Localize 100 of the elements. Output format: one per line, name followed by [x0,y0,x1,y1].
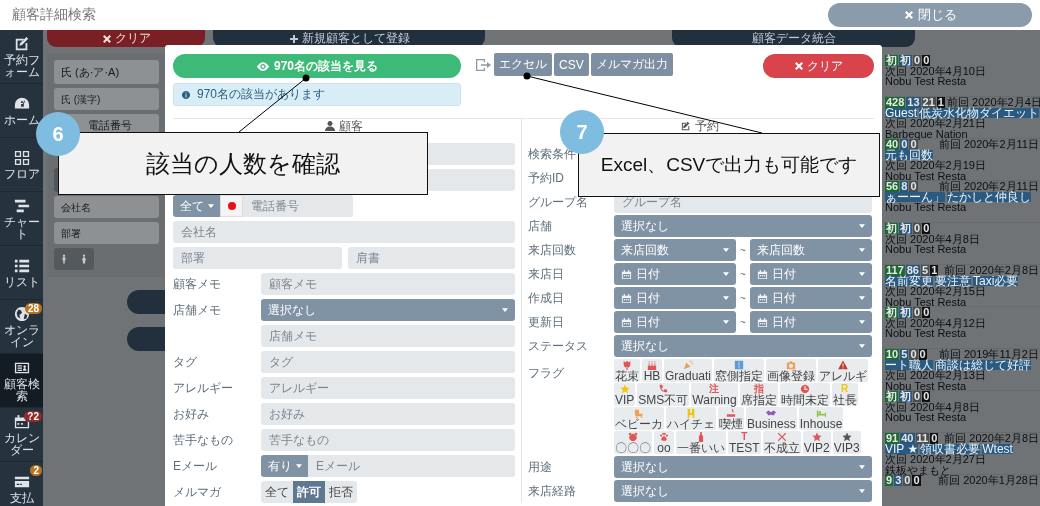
caret-icon [859,320,865,324]
tag: たかしと仲良し [947,191,1031,202]
sidebar-item[interactable]: 支払 2 [0,462,43,506]
clear-button[interactable]: クリア [763,54,874,78]
flag-toggle[interactable]: 注 Warning [691,383,738,406]
flag-toggle[interactable]: アレルギ [818,359,869,382]
segment-option[interactable]: 全て [261,481,293,503]
segment-option[interactable]: 拒否 [325,481,357,503]
flag-toggle[interactable]: ハイチェ [666,407,716,430]
count-badge: 初 [899,223,912,234]
count-badge: 91 [885,433,900,444]
field-label: 予約ID [528,169,565,187]
previous-visit-date: 前回 2020年2月8日 [944,433,1039,444]
tag: 商談は総じて好評 [935,359,1031,370]
flag-toggle[interactable]: ベビーカ [614,407,664,430]
count-badge: 0 [922,223,931,234]
count-badge: 0 [922,307,931,318]
field-label: 店舗 [528,217,553,235]
sidebar-item[interactable]: 予約フォーム [0,30,43,84]
input-field[interactable]: 電話番号 [243,195,353,217]
flag-toggle[interactable]: R 社長 [831,383,858,406]
flag-toggle[interactable]: 画像登録 [766,359,817,382]
field-label: フラグ [528,365,565,382]
flag-symbol: T [741,431,748,442]
section-heading: 顧客 [339,117,363,135]
sidebar-item[interactable]: リスト [0,246,43,300]
next-visit-date: 次回 2020年4月12日 [885,317,986,328]
flag-toggle[interactable]: oo [654,431,674,454]
gender-button[interactable] [74,248,94,270]
sidebar-item[interactable]: 顧客検索 [0,354,43,408]
clear-button[interactable]: クリア [47,30,205,47]
flag-toggle[interactable]: 時間未定 [779,383,830,406]
segment-option[interactable]: 許可 [293,481,325,503]
flag-toggle[interactable]: Business [746,407,797,430]
range-separator: ~ [740,292,746,304]
input-field[interactable]: タグ [261,351,515,373]
flag-toggle[interactable]: 〇〇〇 [614,431,652,454]
next-visit-date: 次回 2020年2月15日 [885,286,986,297]
info-icon [182,90,190,99]
dark-button[interactable] [127,327,165,351]
input-field[interactable]: 顧客メモ [261,273,515,295]
count-badge: 1 [936,97,945,108]
flag-toggle[interactable]: T TEST [728,431,761,454]
flag-toggle[interactable]: 指 席指定 [739,383,778,406]
flag-toggle[interactable]: 一番いい [676,431,726,454]
flag-toggle[interactable]: 窓側指定 [714,359,765,382]
caret-icon [859,489,865,493]
tag: 低炭水化物ダイエット [919,107,1039,118]
grid-icon [13,149,30,166]
country-button[interactable] [220,195,243,217]
caret-icon [296,464,302,468]
shop-name: Nobu Test Resta [885,244,967,255]
field-label: 作成日 [528,289,565,307]
input-field[interactable]: お好み [261,403,515,425]
input-field[interactable]: 肩書 [348,247,515,269]
flag-toggle[interactable]: VIP [614,383,636,406]
field-label: タグ [173,353,198,371]
input-field[interactable]: 会社名 [54,196,159,218]
list-icon [13,257,30,274]
section-heading: 予約 [695,117,719,135]
flag-toggle[interactable]: SMS不可 [637,383,690,406]
field-label: アレルギー [173,379,234,397]
calendar-icon [756,292,768,304]
count-badge: 0 [912,475,921,486]
next-visit-date: 次回 2020年2月19日 [885,160,986,171]
input-field[interactable]: 部署 [173,247,342,269]
flag-toggle[interactable]: Inhouse [798,407,844,430]
count-badge: 3 [894,475,903,486]
input-field[interactable]: 氏 (あ·ア·A) [54,60,159,84]
input-field[interactable]: アレルギー [261,377,515,399]
count-badge: 1 [930,265,939,276]
count-badge: 5 [900,349,909,360]
count-badge: 56 [885,181,900,192]
flag-toggle[interactable]: 喫煙 [718,407,744,430]
input-field[interactable]: 苦手なもの [261,429,515,451]
sidebar-item[interactable]: チャート [0,192,43,246]
gender-button[interactable] [54,248,74,270]
sidebar-item[interactable]: カレンダー ?2 [0,408,43,462]
shop-name: Barbeque Nation [885,128,968,139]
dark-button[interactable] [127,290,165,314]
flag-toggle[interactable]: Graduati [664,359,713,382]
count-badge: 86 [905,265,920,276]
shop-name: Nobu Test Resta [885,328,967,339]
count-badge: ?2 [24,411,42,422]
shop-name: Nobu Test Resta [885,380,967,391]
input-field[interactable]: 氏 (漢字) [54,88,159,110]
input-field[interactable]: 店舗メモ [261,325,515,347]
count-badge: 5 [921,265,930,276]
input-field[interactable]: Eメール [308,455,515,477]
toolbar-button[interactable]: 顧客データ統合 [672,30,915,47]
flag-toggle[interactable]: HB [642,359,662,382]
input-field[interactable]: 会社名 [173,221,515,243]
count-badge: 初 [899,55,912,66]
flag-toggle[interactable]: VIP3 [832,431,861,454]
input-field[interactable]: 部署 [54,222,159,244]
caret-icon [723,296,730,300]
flag-toggle[interactable]: VIP2 [802,431,831,454]
tag: 要注意 [935,275,971,286]
flag-toggle[interactable]: 不成立 [762,431,801,454]
flag-toggle[interactable]: 花束 [614,359,640,382]
